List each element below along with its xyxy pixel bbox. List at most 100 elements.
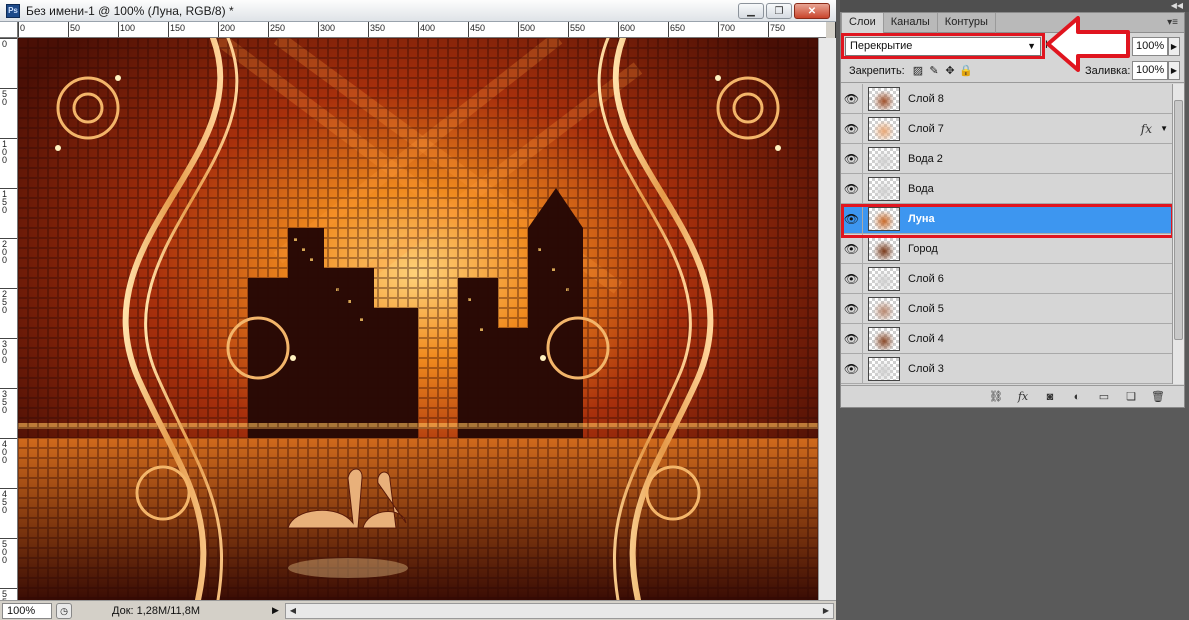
ruler-corner[interactable] [0, 22, 18, 38]
fill-slider-arrow-icon[interactable]: ▶ [1168, 61, 1180, 80]
layer-row[interactable]: 👁 Слой 3 [841, 353, 1172, 384]
delete-layer-trash-icon[interactable]: 🗑 [1150, 389, 1166, 405]
photoshop-logo-icon: Ps [6, 3, 20, 18]
layer-thumbnail [868, 236, 900, 261]
ruler-v-tick [0, 38, 17, 39]
status-menu-arrow-icon[interactable]: ▶ [272, 605, 279, 616]
new-group-folder-icon[interactable]: ▭ [1096, 389, 1112, 405]
eye-visibility-icon[interactable]: 👁 [841, 173, 863, 204]
ruler-h-tick [318, 22, 319, 37]
ruler-h-tick [368, 22, 369, 37]
panel-menu-icon[interactable]: ▾≡ [1167, 17, 1178, 28]
ruler-v-label: 300 [2, 339, 8, 365]
expand-effects-icon[interactable]: ▼ [1160, 124, 1168, 133]
minimize-icon: ▁ [747, 5, 755, 17]
layer-row[interactable]: 👁 Слой 7 fx ▼ [841, 113, 1172, 144]
layer-row[interactable]: 👁 Вода 2 [841, 143, 1172, 174]
new-layer-icon[interactable]: ❏ [1123, 389, 1139, 405]
ruler-h-tick [68, 22, 69, 37]
ruler-v-tick [0, 588, 17, 589]
layer-name: Вода [908, 182, 934, 195]
layers-scroll-thumb[interactable] [1174, 100, 1183, 340]
ruler-h-label: 650 [670, 23, 686, 33]
layer-row[interactable]: 👁 Слой 4 [841, 323, 1172, 354]
adjustment-layer-icon[interactable]: ◐ [1069, 389, 1085, 405]
ruler-v-label: 100 [2, 139, 8, 165]
image-canvas[interactable] [18, 38, 818, 600]
scroll-left-icon[interactable]: ◀ [286, 604, 300, 618]
layer-row[interactable]: 👁 Слой 6 [841, 263, 1172, 294]
link-layers-icon[interactable]: ⛓ [988, 389, 1004, 405]
lock-row: Закрепить: ▨ ✎ ✥ 🔒 Заливка: 100% ▶ [841, 59, 1184, 83]
horizontal-scrollbar[interactable]: ◀ ▶ [284, 602, 834, 619]
layer-style-fx-icon[interactable]: fx [1015, 389, 1031, 405]
eye-visibility-icon[interactable]: 👁 [841, 263, 863, 294]
scroll-right-icon[interactable]: ▶ [819, 604, 833, 618]
close-button[interactable]: ✕ [794, 3, 830, 19]
tab-channels[interactable]: Каналы [884, 13, 938, 33]
ruler-h-label: 200 [220, 23, 236, 33]
status-options-icon[interactable]: ◷ [56, 602, 72, 619]
layer-row[interactable]: 👁 Слой 8 [841, 84, 1172, 114]
ruler-v-label: 550 [2, 589, 8, 601]
eye-visibility-icon[interactable]: 👁 [841, 353, 863, 384]
blend-mode-highlight [841, 33, 1045, 59]
restore-button[interactable]: ❐ [766, 3, 792, 19]
eye-visibility-icon[interactable]: 👁 [841, 143, 863, 174]
layer-thumbnail-content [869, 147, 899, 170]
artwork [18, 38, 818, 600]
lock-transparency-icon[interactable]: ▨ [911, 64, 925, 78]
ruler-v-tick [0, 238, 17, 239]
tab-paths[interactable]: Контуры [938, 13, 996, 33]
ruler-h-label: 700 [720, 23, 736, 33]
layer-thumbnail-content [869, 207, 899, 230]
layer-name: Вода 2 [908, 152, 943, 165]
ruler-v-tick [0, 188, 17, 189]
lock-all-icon[interactable]: 🔒 [959, 64, 973, 78]
layer-thumbnail [868, 296, 900, 321]
layer-row[interactable]: 👁 Город [841, 233, 1172, 264]
layer-name: Город [908, 242, 938, 255]
panel-collapse-icon[interactable]: ◀◀ [1171, 1, 1183, 10]
eye-visibility-icon[interactable]: 👁 [841, 293, 863, 324]
layer-name: Слой 8 [908, 92, 944, 105]
opacity-field[interactable]: 100% [1132, 37, 1168, 56]
eye-visibility-icon[interactable]: 👁 [841, 113, 863, 144]
fill-field[interactable]: 100% [1132, 61, 1168, 80]
ruler-h-tick [618, 22, 619, 37]
horizontal-ruler[interactable]: 0 50 100 150 200 250 300 350 400 450 500 550 600 650 7… [18, 22, 826, 38]
layer-row[interactable]: 👁 Луна [841, 203, 1172, 234]
layer-thumbnail [868, 206, 900, 231]
add-mask-icon[interactable]: ◙ [1042, 389, 1058, 405]
eye-visibility-icon[interactable]: 👁 [841, 323, 863, 354]
eye-visibility-icon[interactable]: 👁 [841, 233, 863, 264]
eye-visibility-icon[interactable]: 👁 [841, 84, 863, 114]
minimize-button[interactable]: ▁ [738, 3, 764, 19]
ruler-v-tick [0, 538, 17, 539]
vertical-scrollbar[interactable] [818, 38, 836, 600]
layer-row[interactable]: 👁 Вода [841, 173, 1172, 204]
tab-layers[interactable]: Слои [841, 13, 884, 34]
layers-panel-footer: ⛓ fx ◙ ◐ ▭ ❏ 🗑 [841, 385, 1184, 407]
ruler-v-label: 500 [2, 539, 8, 565]
lock-position-move-icon[interactable]: ✥ [943, 64, 957, 78]
layer-thumbnail-content [869, 237, 899, 260]
document-titlebar[interactable]: Ps Без имени-1 @ 100% (Луна, RGB/8) * ▁ … [0, 0, 836, 22]
eye-visibility-icon[interactable]: 👁 [841, 203, 863, 234]
layers-scrollbar[interactable] [1172, 84, 1184, 384]
layer-row[interactable]: 👁 Слой 5 [841, 293, 1172, 324]
zoom-field[interactable]: 100% [2, 602, 52, 619]
ruler-h-label: 100 [120, 23, 136, 33]
ruler-h-label: 750 [770, 23, 786, 33]
ruler-h-tick [218, 22, 219, 37]
ruler-h-tick [518, 22, 519, 37]
lock-pixels-brush-icon[interactable]: ✎ [927, 64, 941, 78]
opacity-slider-arrow-icon[interactable]: ▶ [1168, 37, 1180, 56]
layer-thumbnail [868, 326, 900, 351]
ruler-h-label: 600 [620, 23, 636, 33]
layer-thumbnail [868, 86, 900, 111]
ruler-h-tick [18, 22, 19, 37]
layer-name: Луна [908, 212, 935, 225]
layer-fx-icon[interactable]: fx [1141, 122, 1152, 136]
vertical-ruler[interactable]: 0 50 100 150 200 250 300 350 400 450 500 550 [0, 38, 18, 600]
